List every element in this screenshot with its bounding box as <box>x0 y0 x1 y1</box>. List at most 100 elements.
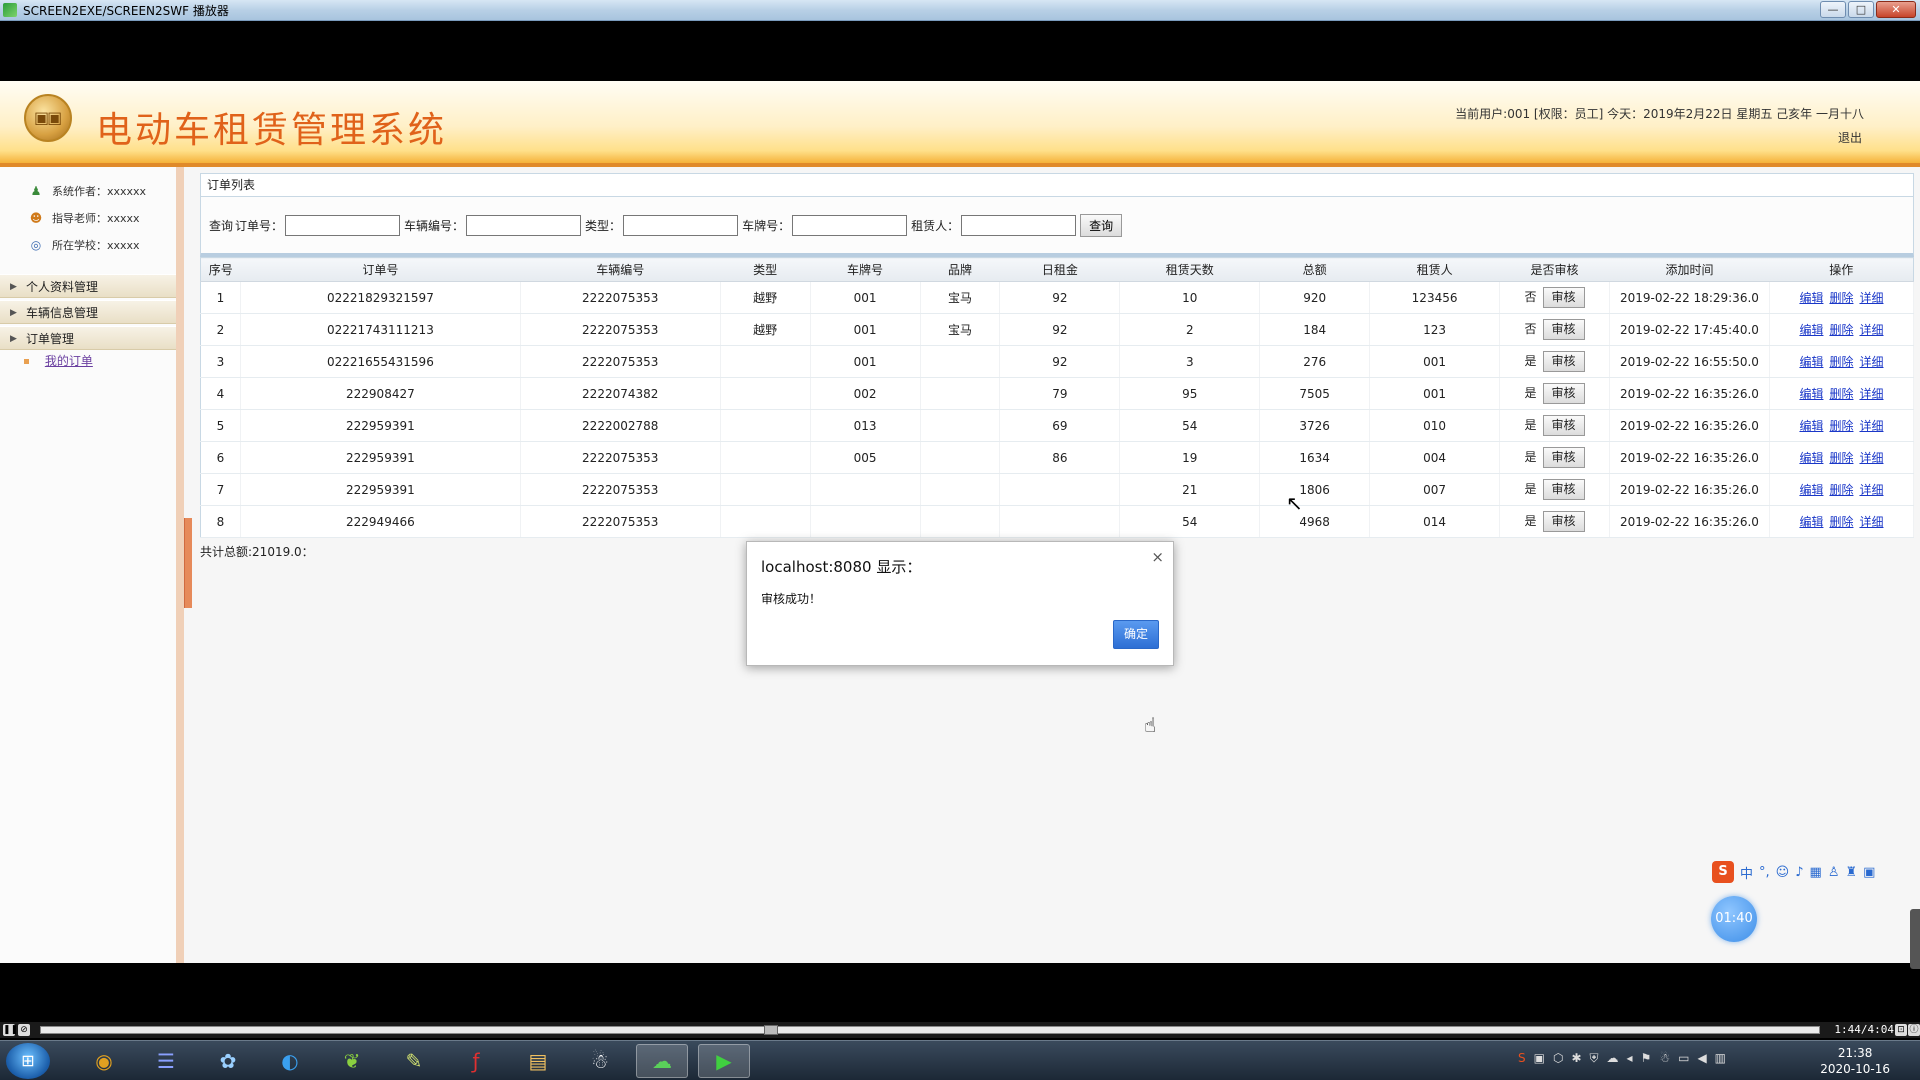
menu-orders[interactable]: ▶ 订单管理 <box>0 326 176 350</box>
sogou-ime-icon[interactable]: S <box>1712 861 1734 883</box>
detail-link[interactable]: 详细 <box>1859 355 1883 369</box>
progress-thumb[interactable] <box>764 1025 779 1035</box>
audit-button[interactable]: 审核 <box>1542 415 1585 436</box>
cell-time: 2019-02-22 18:29:36.0 <box>1609 281 1770 314</box>
tray-app-icon[interactable]: ▣ <box>1534 1051 1545 1066</box>
delete-link[interactable]: 删除 <box>1829 323 1853 337</box>
tray-flag-icon[interactable]: ⚑ <box>1641 1051 1652 1066</box>
screen2exe-player-icon[interactable]: ▶ <box>698 1044 750 1078</box>
app-list-icon[interactable]: ☰ <box>140 1044 192 1078</box>
tray-volume-icon[interactable]: ◀ <box>1697 1051 1706 1066</box>
close-window-button[interactable]: ✕ <box>1876 1 1916 18</box>
detail-link[interactable]: 详细 <box>1859 419 1883 433</box>
audit-button[interactable]: 审核 <box>1542 287 1585 308</box>
col-header: 车牌号 <box>810 257 920 282</box>
chrome-icon[interactable]: ◉ <box>78 1044 130 1078</box>
side-panel-handle[interactable] <box>1910 909 1920 969</box>
skin-icon[interactable]: ♜ <box>1845 865 1857 880</box>
network-icon[interactable]: ✿ <box>202 1044 254 1078</box>
vehicle-no-input[interactable] <box>466 214 582 236</box>
cell-renter: 004 <box>1369 441 1501 474</box>
start-button[interactable]: ⊞ <box>6 1043 50 1079</box>
menu-vehicle[interactable]: ▶ 车辆信息管理 <box>0 300 176 324</box>
grid-icon[interactable]: ▣ <box>1863 865 1875 880</box>
cell-actions: 编辑 删除 详细 <box>1769 345 1915 378</box>
microphone-icon[interactable]: ♪ <box>1795 865 1803 880</box>
detail-link[interactable]: 详细 <box>1859 291 1883 305</box>
wechat-icon[interactable]: ☁ <box>636 1044 688 1078</box>
detail-link[interactable]: 详细 <box>1859 323 1883 337</box>
qq-icon[interactable]: ☃ <box>574 1044 626 1078</box>
user-icon[interactable]: ♙ <box>1828 865 1840 880</box>
delete-link[interactable]: 删除 <box>1829 419 1853 433</box>
minimize-button[interactable]: — <box>1820 1 1846 18</box>
renter-input[interactable] <box>961 214 1077 236</box>
tray-qq-icon[interactable]: ☃ <box>1659 1051 1670 1066</box>
edit-link[interactable]: 编辑 <box>1799 451 1823 465</box>
pause-button[interactable]: ❚❚ <box>3 1024 18 1036</box>
logout-link[interactable]: 退出 <box>1838 129 1862 146</box>
notepad-icon[interactable]: ✎ <box>388 1044 440 1078</box>
detail-link[interactable]: 详细 <box>1859 515 1883 529</box>
audit-button[interactable]: 审核 <box>1542 351 1585 372</box>
info-icon[interactable]: ⓘ <box>1908 1024 1920 1036</box>
cell-type <box>720 345 811 378</box>
stop-button[interactable]: ⊘ <box>18 1024 30 1036</box>
detail-link[interactable]: 详细 <box>1859 451 1883 465</box>
detail-link[interactable]: 详细 <box>1859 483 1883 497</box>
browser-icon[interactable]: ◐ <box>264 1044 316 1078</box>
tray-network-icon[interactable]: ▥ <box>1715 1051 1726 1066</box>
tray-gear-icon[interactable]: ✱ <box>1571 1051 1581 1066</box>
audit-button[interactable]: 审核 <box>1542 319 1585 340</box>
recording-timer[interactable]: 01:40 <box>1711 896 1757 942</box>
delete-link[interactable]: 删除 <box>1829 483 1853 497</box>
tray-arrow-icon[interactable]: ◂ <box>1627 1051 1633 1066</box>
menu-profile[interactable]: ▶ 个人资料管理 <box>0 274 176 298</box>
delete-link[interactable]: 删除 <box>1829 515 1853 529</box>
edit-link[interactable]: 编辑 <box>1799 355 1823 369</box>
edit-link[interactable]: 编辑 <box>1799 419 1823 433</box>
order-no-input[interactable] <box>285 214 401 236</box>
fullscreen-icon[interactable]: ⊡ <box>1895 1024 1907 1036</box>
sidebar-toggle-handle[interactable] <box>184 518 192 608</box>
delete-link[interactable]: 删除 <box>1829 355 1853 369</box>
cell-actions: 编辑 删除 详细 <box>1769 281 1915 314</box>
type-input[interactable] <box>623 214 739 236</box>
query-button[interactable]: 查询 <box>1080 213 1123 237</box>
edit-link[interactable]: 编辑 <box>1799 515 1823 529</box>
tray-wechat-icon[interactable]: ☁ <box>1607 1051 1619 1066</box>
edit-link[interactable]: 编辑 <box>1799 323 1823 337</box>
ime-mode-toggle[interactable]: 中 <box>1740 863 1753 882</box>
taskbar-clock[interactable]: 21:38 2020-10-16 <box>1820 1045 1890 1077</box>
author-icon: ♟ <box>30 183 42 198</box>
sogou-tray-icon[interactable]: S <box>1518 1051 1526 1066</box>
punctuation-icon[interactable]: °, <box>1759 865 1770 880</box>
delete-link[interactable]: 删除 <box>1829 451 1853 465</box>
detail-link[interactable]: 详细 <box>1859 387 1883 401</box>
dialog-close-icon[interactable]: × <box>1151 548 1164 566</box>
delete-link[interactable]: 删除 <box>1829 291 1853 305</box>
emoji-icon[interactable]: ☺ <box>1776 865 1790 880</box>
audit-button[interactable]: 审核 <box>1542 511 1585 532</box>
tray-battery-icon[interactable]: ▭ <box>1678 1051 1689 1066</box>
my-orders-link[interactable]: 我的订单 <box>45 354 93 368</box>
file-explorer-icon[interactable]: ▤ <box>512 1044 564 1078</box>
audit-button[interactable]: 审核 <box>1542 383 1585 404</box>
edit-link[interactable]: 编辑 <box>1799 387 1823 401</box>
audit-button[interactable]: 审核 <box>1542 479 1585 500</box>
tray-box-icon[interactable]: ⬡ <box>1553 1051 1563 1066</box>
audit-button[interactable]: 审核 <box>1542 447 1585 468</box>
dialog-ok-button[interactable]: 确定 <box>1113 620 1159 649</box>
keyboard-icon[interactable]: ▦ <box>1810 865 1822 880</box>
cell-daily <box>999 505 1121 538</box>
edit-link[interactable]: 编辑 <box>1799 483 1823 497</box>
edit-link[interactable]: 编辑 <box>1799 291 1823 305</box>
flash-icon[interactable]: ƒ <box>450 1044 502 1078</box>
maximize-button[interactable]: □ <box>1848 1 1874 18</box>
audit-status: 是 <box>1524 514 1537 528</box>
leaf-app-icon[interactable]: ❦ <box>326 1044 378 1078</box>
delete-link[interactable]: 删除 <box>1829 387 1853 401</box>
progress-track[interactable] <box>40 1025 1820 1035</box>
tray-shield-icon[interactable]: ⛨ <box>1590 1051 1599 1066</box>
plate-input[interactable] <box>792 214 908 236</box>
